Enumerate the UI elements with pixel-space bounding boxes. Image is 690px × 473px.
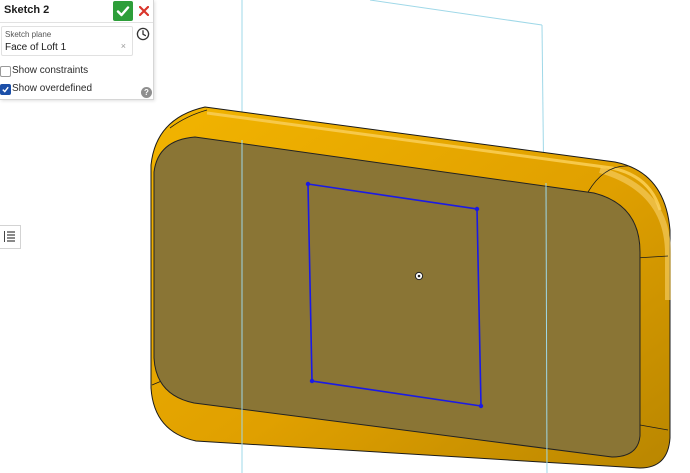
show-overdefined-label: Show overdefined <box>12 83 93 94</box>
feature-list-toggle[interactable] <box>0 225 21 249</box>
panel-title: Sketch 2 <box>4 4 50 16</box>
help-icon[interactable]: ? <box>141 87 152 98</box>
checkmark-icon <box>2 86 9 93</box>
confirm-button[interactable] <box>113 1 133 21</box>
sketch-vertex[interactable] <box>309 378 315 384</box>
sketch-vertex[interactable] <box>478 403 484 409</box>
close-icon <box>139 6 149 16</box>
show-overdefined-checkbox[interactable] <box>0 84 11 95</box>
sketch-panel: Sketch 2 Sketch plane Face of Loft 1 × S… <box>0 0 154 100</box>
clear-selection-button[interactable]: × <box>121 41 126 51</box>
origin-icon[interactable] <box>414 271 424 281</box>
show-constraints-checkbox[interactable] <box>0 66 11 77</box>
clock-icon[interactable] <box>136 27 150 41</box>
sketch-vertex[interactable] <box>474 206 480 212</box>
list-icon <box>4 231 15 242</box>
close-button[interactable] <box>136 1 152 21</box>
check-icon <box>116 6 130 17</box>
sketch-plane-field[interactable]: Sketch plane Face of Loft 1 × <box>1 26 133 56</box>
sketch-plane-value: Face of Loft 1 <box>5 42 67 53</box>
sketch-vertex[interactable] <box>305 181 311 187</box>
panel-header: Sketch 2 <box>0 0 153 23</box>
show-constraints-label: Show constraints <box>12 65 89 76</box>
sketch-plane-label: Sketch plane <box>5 30 52 39</box>
